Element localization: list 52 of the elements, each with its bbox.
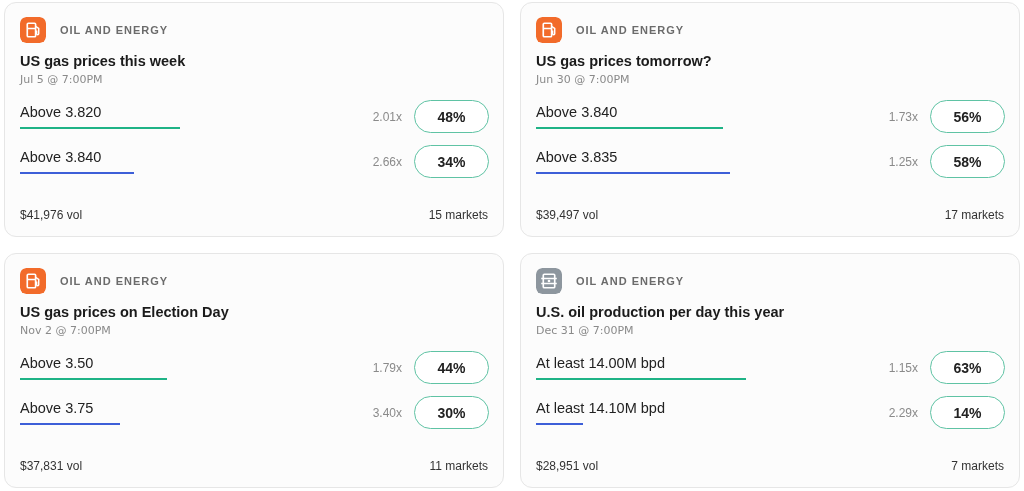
probability-button[interactable]: 63% (930, 351, 1005, 384)
payout-multiplier: 1.79x (372, 360, 402, 375)
volume-text: $28,951 vol (536, 459, 599, 473)
close-date: Jul 5 @ 7:00PM (20, 73, 104, 86)
payout-multiplier: 3.40x (372, 405, 402, 420)
fuel-pump-icon (20, 17, 46, 43)
payout-multiplier: 2.66x (372, 154, 402, 169)
close-date: Nov 2 @ 7:00PM (20, 324, 112, 337)
outcome-label: Above 3.75 (20, 400, 94, 416)
market-title[interactable]: US gas prices tomorrow? (536, 53, 1005, 69)
close-date: Dec 31 @ 7:00PM (536, 324, 635, 337)
market-card[interactable]: OIL AND ENERGY US gas prices on Election Day Nov 2 @ 7:00PM Above 3.50 1.79x 44% Above 3.75 3.40x 30% $37,831 vol 11 markets (4, 253, 504, 488)
fuel-pump-icon (20, 268, 46, 294)
volume-text: $41,976 vol (20, 208, 83, 222)
probability-button[interactable]: 34% (414, 145, 489, 178)
market-title[interactable]: U.S. oil production per day this year (536, 304, 1005, 320)
outcome-label: Above 3.840 (536, 104, 618, 120)
payout-multiplier: 2.01x (372, 109, 402, 124)
market-card[interactable]: OIL AND ENERGY U.S. oil production per day this year Dec 31 @ 7:00PM At least 14.00M bpd 1.15x 63% At least 14.10M bpd 2.29x 14% $28,951 vol 7 markets (520, 253, 1020, 488)
markets-count: 17 markets (944, 208, 1004, 222)
outcome-label: Above 3.50 (20, 355, 94, 371)
probability-button[interactable]: 58% (930, 145, 1005, 178)
category-label: OIL AND ENERGY (576, 24, 685, 36)
outcome-label: Above 3.840 (20, 149, 102, 165)
payout-multiplier: 2.29x (888, 405, 918, 420)
outcome-label: At least 14.00M bpd (536, 355, 665, 371)
category-label: OIL AND ENERGY (60, 275, 169, 287)
fuel-pump-icon (536, 17, 562, 43)
probability-button[interactable]: 48% (414, 100, 489, 133)
payout-multiplier: 1.73x (888, 109, 918, 124)
outcome-label: Above 3.835 (536, 149, 618, 165)
market-card[interactable]: OIL AND ENERGY US gas prices this week Jul 5 @ 7:00PM Above 3.820 2.01x 48% Above 3.840 2.66x 34% $41,976 vol 15 markets (4, 2, 504, 237)
close-date: Jun 30 @ 7:00PM (536, 73, 631, 86)
outcome-label: Above 3.820 (20, 104, 102, 120)
market-title[interactable]: US gas prices on Election Day (20, 304, 489, 320)
volume-text: $37,831 vol (20, 459, 83, 473)
probability-button[interactable]: 30% (414, 396, 489, 429)
volume-text: $39,497 vol (536, 208, 599, 222)
payout-multiplier: 1.25x (888, 154, 918, 169)
markets-count: 7 markets (951, 459, 1004, 473)
payout-multiplier: 1.15x (888, 360, 918, 375)
outcome-label: At least 14.10M bpd (536, 400, 665, 416)
market-title[interactable]: US gas prices this week (20, 53, 489, 69)
category-label: OIL AND ENERGY (576, 275, 685, 287)
barrel-icon (536, 268, 562, 294)
probability-button[interactable]: 56% (930, 100, 1005, 133)
probability-button[interactable]: 44% (414, 351, 489, 384)
markets-count: 11 markets (429, 459, 488, 473)
probability-button[interactable]: 14% (930, 396, 1005, 429)
markets-count: 15 markets (428, 208, 488, 222)
market-card[interactable]: OIL AND ENERGY US gas prices tomorrow? Jun 30 @ 7:00PM Above 3.840 1.73x 56% Above 3.835 1.25x 58% $39,497 vol 17 markets (520, 2, 1020, 237)
category-label: OIL AND ENERGY (60, 24, 169, 36)
